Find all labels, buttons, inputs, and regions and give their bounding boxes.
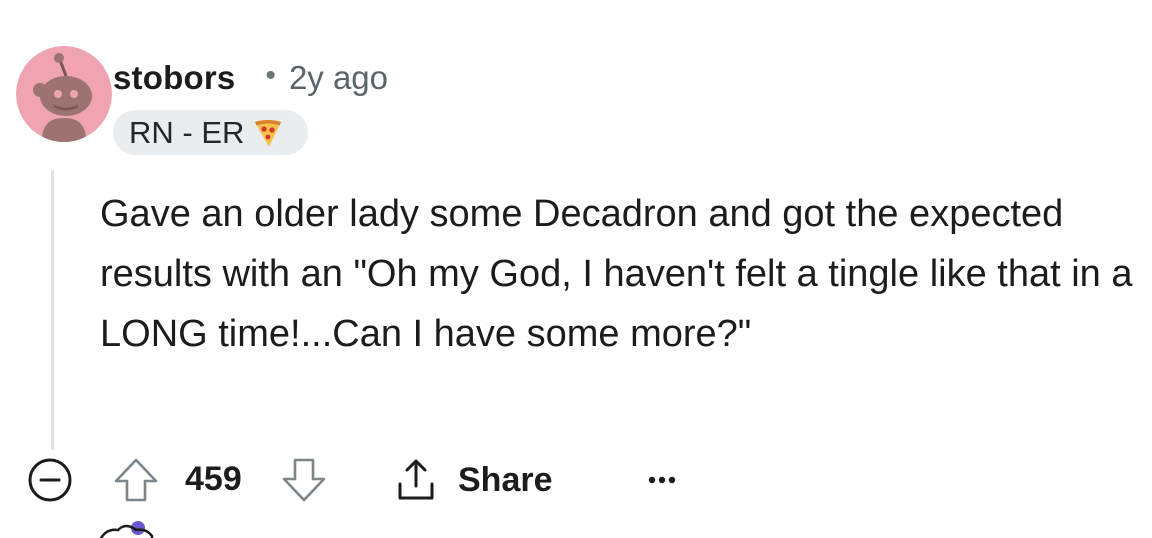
more-options-button[interactable] xyxy=(640,458,684,502)
upvote-button[interactable] xyxy=(110,454,162,506)
pizza-icon xyxy=(255,119,282,147)
action-bar: 459 Share xyxy=(0,450,1152,510)
share-button[interactable]: Share xyxy=(392,454,553,506)
arrow-up-icon xyxy=(114,458,158,502)
vote-score: 459 xyxy=(185,460,242,498)
comment-container: stobors • 2y ago RN - ER Gave an older l… xyxy=(0,0,1152,538)
snoo-avatar-icon xyxy=(16,46,112,142)
reply-avatar[interactable] xyxy=(96,516,166,538)
user-flair: RN - ER xyxy=(113,110,309,155)
username[interactable]: stobors xyxy=(113,59,235,97)
user-avatar[interactable] xyxy=(16,46,112,142)
comment-header: stobors • 2y ago xyxy=(113,56,388,100)
share-label: Share xyxy=(458,460,553,499)
comment-body: Gave an older lady some Decadron and got… xyxy=(100,193,1133,355)
collapse-minus-icon xyxy=(28,458,72,502)
reply-snoo-avatar-icon xyxy=(99,521,154,538)
flair-text: RN - ER xyxy=(129,114,245,150)
timestamp[interactable]: 2y ago xyxy=(289,59,388,97)
share-icon xyxy=(398,459,434,500)
ellipsis-icon xyxy=(648,476,676,484)
meta-separator: • xyxy=(265,59,276,92)
arrow-down-icon xyxy=(282,458,326,502)
downvote-button[interactable] xyxy=(278,454,330,506)
collapse-button[interactable] xyxy=(26,456,74,504)
thread-line[interactable] xyxy=(51,170,54,450)
